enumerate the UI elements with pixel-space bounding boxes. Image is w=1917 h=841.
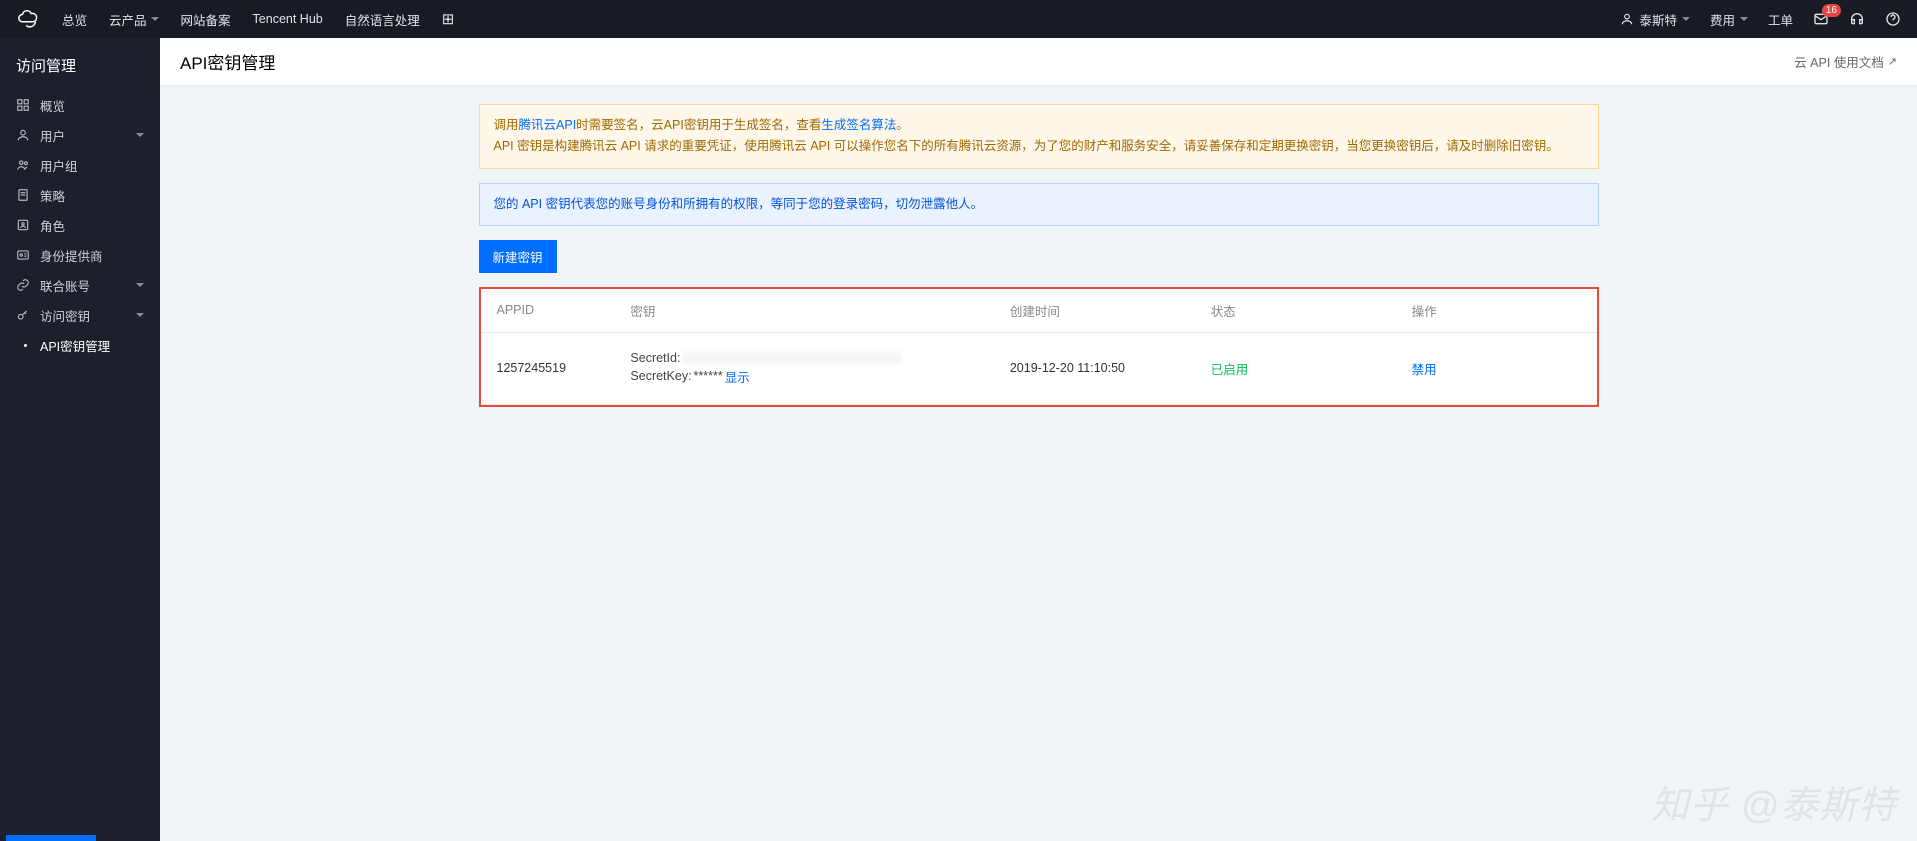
show-secret-link[interactable]: 显示 — [725, 367, 750, 386]
col-ops: 操作 — [1396, 289, 1597, 333]
nav-overview[interactable]: 总览 — [62, 10, 87, 29]
caret-down-icon — [1740, 17, 1748, 21]
cell-secret: SecretId: SecretKey:******显示 — [614, 332, 993, 404]
caret-down-icon — [136, 283, 144, 287]
alert-text: API 密钥是构建腾讯云 API 请求的重要凭证，使用腾讯云 API 可以操作您… — [494, 136, 1584, 157]
col-created: 创建时间 — [994, 289, 1195, 333]
cell-appid: 1257245519 — [481, 332, 615, 404]
nav-tencent-hub[interactable]: Tencent Hub — [253, 12, 323, 26]
alert-text: 。 — [896, 118, 909, 132]
caret-down-icon — [136, 313, 144, 317]
sidebar-subitem-apikey[interactable]: API密钥管理 — [0, 330, 160, 360]
caret-down-icon — [151, 17, 159, 21]
page-title: API密钥管理 — [180, 49, 275, 74]
page-header: API密钥管理 云 API 使用文档 ↗ — [160, 38, 1917, 86]
caret-down-icon — [136, 133, 144, 137]
alert-text: 您的 API 密钥代表您的账号身份和所拥有的权限，等同于您的登录密码，切勿泄露他… — [494, 197, 984, 211]
alert-text: 时需要签名，云API密钥用于生成签名，查看 — [576, 118, 821, 132]
topbar-nav-right: 泰斯特 费用 工单 16 — [1620, 10, 1901, 29]
headphone-icon — [1849, 11, 1865, 27]
api-doc-link[interactable]: 云 API 使用文档 ↗ — [1794, 52, 1897, 71]
nav-messages[interactable]: 16 — [1813, 11, 1829, 27]
sidebar-item-users[interactable]: 用户 — [0, 120, 160, 150]
disable-link[interactable]: 禁用 — [1412, 363, 1437, 377]
link-tencent-api[interactable]: 腾讯云API — [519, 118, 577, 132]
sidebar-item-label: 策略 — [40, 186, 65, 205]
secret-key-mask: ****** — [694, 369, 723, 383]
main-content: API密钥管理 云 API 使用文档 ↗ 调用腾讯云API时需要签名，云API密… — [160, 38, 1917, 841]
cell-created: 2019-12-20 11:10:50 — [994, 332, 1195, 404]
nav-nlp[interactable]: 自然语言处理 — [345, 10, 420, 29]
col-appid: APPID — [481, 289, 615, 333]
user-icon — [1620, 12, 1634, 26]
message-badge: 16 — [1822, 4, 1841, 17]
user-icon — [16, 128, 30, 142]
sidebar-item-policy[interactable]: 策略 — [0, 180, 160, 210]
sidebar-item-label: 用户组 — [40, 156, 78, 175]
role-icon — [16, 218, 30, 232]
secret-id-label: SecretId: — [630, 351, 680, 365]
caret-down-icon — [1682, 17, 1690, 21]
nav-cloud-products[interactable]: 云产品 — [109, 10, 159, 29]
sidebar-item-label: 身份提供商 — [40, 246, 103, 265]
cell-status: 已启用 — [1195, 332, 1396, 404]
sidebar-item-overview[interactable]: 概览 — [0, 90, 160, 120]
sidebar-item-label: 联合账号 — [40, 276, 90, 295]
table-row: 1257245519 SecretId: SecretKey:******显示 — [481, 332, 1597, 404]
user-name-label: 泰斯特 — [1639, 10, 1677, 29]
link-icon — [16, 278, 30, 292]
sidebar-item-accesskey[interactable]: 访问密钥 — [0, 300, 160, 330]
info-alert: 您的 API 密钥代表您的账号身份和所拥有的权限，等同于您的登录密码，切勿泄露他… — [479, 183, 1599, 226]
alert-text: 调用 — [494, 118, 519, 132]
secret-id-masked — [682, 352, 902, 364]
help-icon — [1885, 11, 1901, 27]
col-secret: 密钥 — [614, 289, 993, 333]
external-link-icon: ↗ — [1888, 55, 1897, 68]
sidebar-item-label: 概览 — [40, 96, 65, 115]
nav-fees-label: 费用 — [1710, 10, 1735, 29]
secret-key-label: SecretKey: — [630, 369, 691, 383]
topbar-nav-left: 总览 云产品 网站备案 Tencent Hub 自然语言处理 ⊞ — [62, 10, 454, 29]
nav-help-icon[interactable] — [1885, 11, 1901, 27]
cell-ops: 禁用 — [1396, 332, 1597, 404]
api-key-table: APPID 密钥 创建时间 状态 操作 1257245519 — [481, 289, 1597, 405]
document-icon — [16, 188, 30, 202]
sidebar-item-federation[interactable]: 联合账号 — [0, 270, 160, 300]
cloud-logo-icon[interactable] — [16, 7, 40, 31]
group-icon — [16, 158, 30, 172]
topbar: 总览 云产品 网站备案 Tencent Hub 自然语言处理 ⊞ 泰斯特 费用 … — [0, 0, 1917, 38]
sidebar-item-role[interactable]: 角色 — [0, 210, 160, 240]
sidebar: 访问管理 概览 用户 用户组 策略 角色 — [0, 38, 160, 841]
sidebar-title: 访问管理 — [0, 38, 160, 90]
user-menu[interactable]: 泰斯特 — [1620, 10, 1690, 29]
warning-alert: 调用腾讯云API时需要签名，云API密钥用于生成签名，查看生成签名算法。 API… — [479, 104, 1599, 169]
link-sign-algo[interactable]: 生成签名算法 — [821, 118, 896, 132]
sidebar-item-label: 角色 — [40, 216, 65, 235]
nav-fees[interactable]: 费用 — [1710, 10, 1748, 29]
sidebar-item-label: 访问密钥 — [40, 306, 90, 325]
col-status: 状态 — [1195, 289, 1396, 333]
sidebar-item-label: 用户 — [40, 126, 65, 145]
sidebar-item-idp[interactable]: 身份提供商 — [0, 240, 160, 270]
create-key-button[interactable]: 新建密钥 — [479, 240, 557, 273]
nav-work-order[interactable]: 工单 — [1768, 10, 1793, 29]
nav-beian[interactable]: 网站备案 — [181, 10, 231, 29]
api-key-table-card: APPID 密钥 创建时间 状态 操作 1257245519 — [479, 287, 1599, 407]
api-doc-link-label: 云 API 使用文档 — [1794, 52, 1884, 71]
sidebar-accent-bar — [6, 835, 96, 841]
grid-icon — [16, 98, 30, 112]
key-icon — [16, 308, 30, 322]
add-shortcut-icon[interactable]: ⊞ — [442, 10, 455, 28]
nav-cloud-products-label: 云产品 — [109, 10, 147, 29]
nav-support-icon[interactable] — [1849, 11, 1865, 27]
sidebar-item-usergroups[interactable]: 用户组 — [0, 150, 160, 180]
status-enabled: 已启用 — [1211, 363, 1249, 377]
idp-icon — [16, 248, 30, 262]
